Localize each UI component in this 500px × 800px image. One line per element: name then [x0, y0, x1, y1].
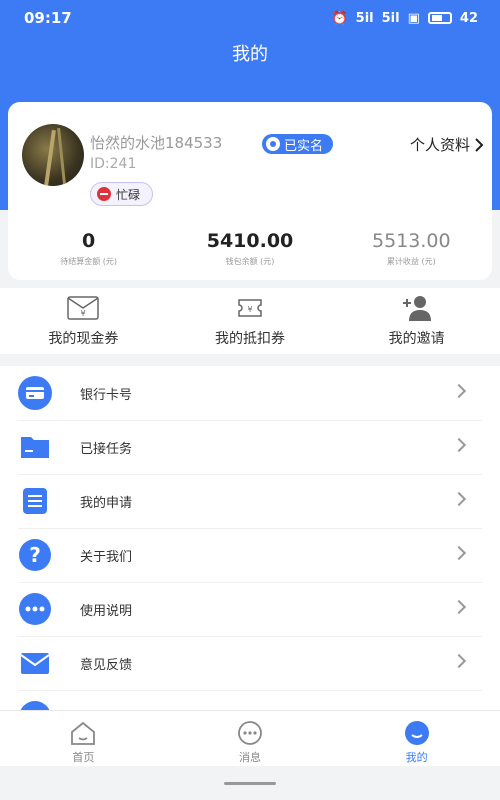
profile-link-label: 个人资料 — [409, 136, 470, 154]
alarm-icon: ⏰ — [331, 10, 348, 26]
username: 怡然的水池184533 — [90, 134, 223, 152]
question-icon: ? — [19, 539, 51, 571]
menu-item-instructions[interactable]: 使用说明 — [0, 582, 500, 636]
chevron-right-icon — [475, 137, 484, 152]
stat-wallet[interactable]: 5410.00 钱包余额 (元) — [169, 230, 330, 274]
stat-label: 累计收益 (元) — [386, 257, 436, 266]
tab-profile[interactable]: 我的 — [333, 711, 500, 766]
home-indicator — [224, 782, 276, 785]
settings-menu: 银行卡号 已接任务 我的申请 ? 关于我们 使用说明 意见反馈 — [0, 366, 500, 744]
avatar[interactable] — [22, 124, 84, 186]
svg-text:¥: ¥ — [81, 309, 86, 318]
tab-messages[interactable]: 消息 — [167, 711, 334, 766]
menu-item-feedback[interactable]: 意见反馈 — [0, 636, 500, 690]
menu-item-label: 意见反馈 — [80, 657, 133, 673]
page-title: 我的 — [232, 44, 268, 65]
chevron-right-icon — [451, 653, 467, 669]
status-time: 09:17 — [24, 9, 72, 27]
user-id: ID:241 — [90, 156, 137, 172]
verified-badge: 已实名 — [262, 134, 334, 154]
status-badge[interactable]: 忙碌 — [90, 182, 154, 206]
menu-item-label: 关于我们 — [80, 549, 133, 565]
status-label: 忙碌 — [116, 187, 141, 202]
verified-icon — [266, 137, 280, 151]
battery-icon — [427, 12, 452, 24]
list-icon — [23, 488, 47, 514]
bottom-tab-bar: 首页 消息 我的 — [0, 710, 500, 766]
bank-card-icon — [18, 376, 52, 410]
menu-item-label: 已接任务 — [80, 441, 133, 457]
profile-card: 怡然的水池184533 已实名 个人资料 ID:241 忙碌 0 待结算金额 (… — [8, 102, 492, 280]
signal-icon: 5il — [355, 10, 374, 26]
hd-icon: ▣ — [407, 10, 420, 26]
menu-item-my-applications[interactable]: 我的申请 — [0, 474, 500, 528]
signal-icon-2: 5il — [381, 10, 400, 26]
stat-value: 5410.00 — [206, 230, 294, 252]
stat-total-earnings[interactable]: 5513.00 累计收益 (元) — [331, 230, 492, 274]
message-icon — [238, 721, 262, 745]
chevron-right-icon — [451, 545, 467, 561]
stat-label: 钱包余额 (元) — [225, 257, 275, 266]
invite-user-icon — [402, 296, 431, 321]
quick-action-cash-voucher[interactable]: ¥ 我的现金券 — [0, 288, 167, 354]
battery-level: 42 — [459, 10, 478, 26]
stat-pending[interactable]: 0 待结算金额 (元) — [8, 230, 169, 274]
status-bar: 09:17 ⏰ 5il 5il ▣ 42 — [0, 0, 500, 36]
svg-text:?: ? — [29, 543, 41, 567]
folder-icon — [21, 437, 49, 458]
status-indicators: ⏰ 5il 5il ▣ 42 — [331, 11, 478, 26]
stat-value: 0 — [82, 230, 96, 252]
stat-label: 待结算金额 (元) — [60, 257, 118, 266]
mail-icon — [20, 653, 50, 674]
profile-icon — [404, 721, 429, 745]
tab-home[interactable]: 首页 — [0, 711, 167, 766]
busy-icon — [97, 187, 111, 201]
more-dots-icon — [19, 593, 51, 625]
menu-item-accepted-tasks[interactable]: 已接任务 — [0, 420, 500, 474]
quick-action-deduction-coupon[interactable]: ¥ 我的抵扣券 — [167, 288, 334, 354]
chevron-right-icon — [451, 491, 467, 507]
verified-label: 已实名 — [284, 138, 324, 154]
menu-item-label: 我的申请 — [80, 495, 133, 511]
quick-actions: ¥ 我的现金券 ¥ 我的抵扣券 我的邀请 — [0, 288, 500, 354]
stat-value: 5513.00 — [372, 230, 451, 252]
tab-label: 我的 — [405, 751, 428, 764]
chevron-right-icon — [451, 383, 467, 399]
stats-row: 0 待结算金额 (元) 5410.00 钱包余额 (元) 5513.00 累计收… — [8, 230, 492, 274]
cash-voucher-icon: ¥ — [67, 296, 100, 320]
quick-action-label: 我的抵扣券 — [215, 331, 285, 347]
menu-item-bank-card[interactable]: 银行卡号 — [0, 366, 500, 420]
quick-action-invite[interactable]: 我的邀请 — [333, 288, 500, 354]
deduction-coupon-icon: ¥ — [238, 299, 262, 317]
menu-item-label: 银行卡号 — [80, 387, 133, 403]
home-icon — [71, 721, 96, 745]
chevron-right-icon — [451, 437, 467, 453]
chevron-right-icon — [451, 599, 467, 615]
menu-item-label: 使用说明 — [80, 603, 133, 619]
tab-label: 首页 — [72, 751, 95, 764]
quick-action-label: 我的现金券 — [48, 331, 119, 347]
tab-label: 消息 — [239, 751, 261, 764]
quick-action-label: 我的邀请 — [388, 331, 445, 347]
svg-text:¥: ¥ — [247, 305, 252, 314]
menu-item-about-us[interactable]: ? 关于我们 — [0, 528, 500, 582]
profile-details-link[interactable]: 个人资料 — [410, 134, 484, 155]
